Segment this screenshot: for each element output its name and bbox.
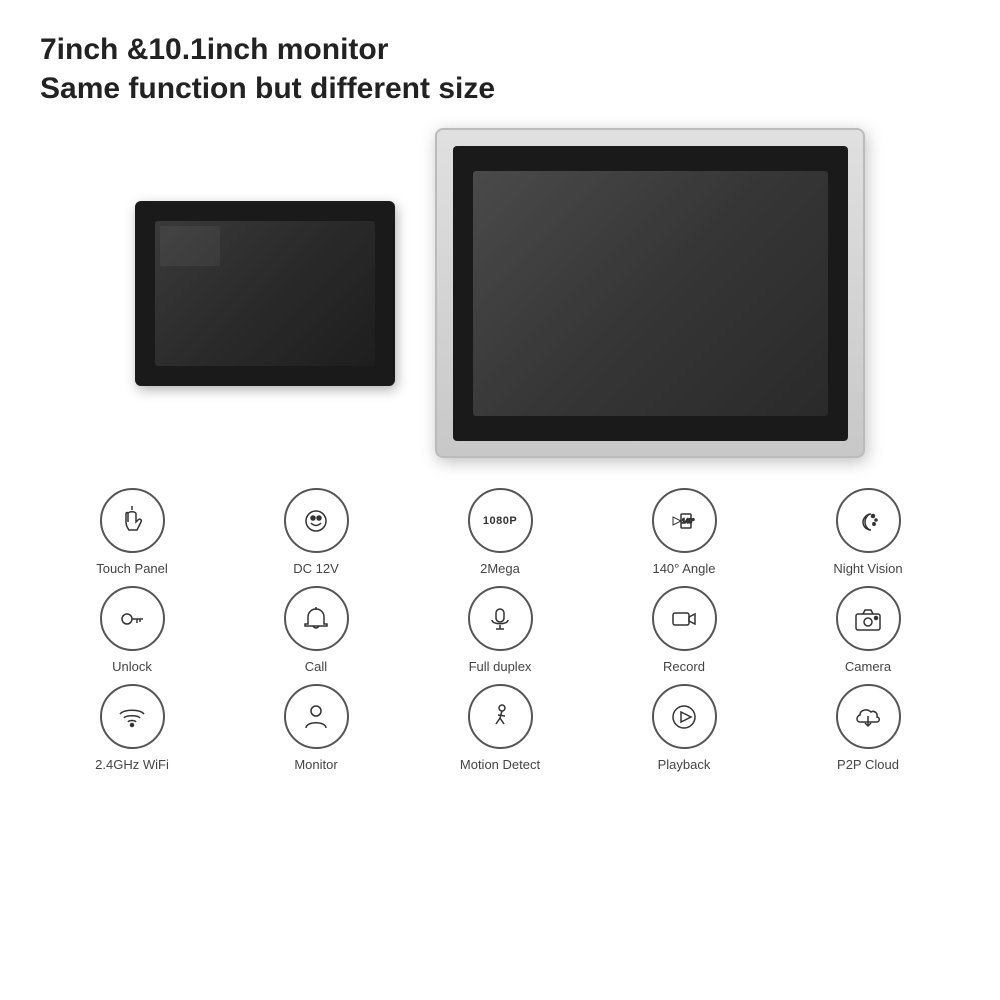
call-icon-circle <box>284 586 349 651</box>
touch-panel-icon-circle <box>100 488 165 553</box>
feature-motion-detect: Motion Detect <box>435 684 565 772</box>
angle-label: 140° Angle <box>652 561 715 576</box>
unlock-icon-circle <box>100 586 165 651</box>
p2p-cloud-label: P2P Cloud <box>837 757 899 772</box>
angle-icon-circle: 140° <box>652 488 717 553</box>
dc12v-label: DC 12V <box>293 561 339 576</box>
bell-icon <box>299 602 333 636</box>
mic-icon <box>483 602 517 636</box>
touch-icon <box>115 504 149 538</box>
person-icon <box>299 700 333 734</box>
features-section: Touch Panel DC 12V 1080P 2Mega <box>40 488 960 772</box>
monitor-small <box>135 201 395 386</box>
feature-2mega: 1080P 2Mega <box>435 488 565 576</box>
1080p-text: 1080P <box>483 515 517 527</box>
feature-wifi: 2.4GHz WiFi <box>67 684 197 772</box>
monitor-small-screen <box>155 221 375 366</box>
night-vision-label: Night Vision <box>833 561 902 576</box>
wifi-icon-circle <box>100 684 165 749</box>
touch-panel-label: Touch Panel <box>96 561 168 576</box>
feature-playback: Playback <box>619 684 749 772</box>
motion-icon <box>483 700 517 734</box>
feature-p2p-cloud: P2P Cloud <box>803 684 933 772</box>
features-row-1: Touch Panel DC 12V 1080P 2Mega <box>40 488 960 576</box>
key-icon <box>115 602 149 636</box>
dc12v-icon-circle <box>284 488 349 553</box>
monitor-large-frame <box>453 146 848 441</box>
p2p-cloud-icon-circle <box>836 684 901 749</box>
play-icon <box>667 700 701 734</box>
unlock-label: Unlock <box>112 659 152 674</box>
cloud-icon <box>851 700 885 734</box>
playback-label: Playback <box>658 757 711 772</box>
svg-text:140°: 140° <box>682 519 695 525</box>
record-label: Record <box>663 659 705 674</box>
title-line1: 7inch &10.1inch monitor <box>40 30 960 69</box>
feature-full-duplex: Full duplex <box>435 586 565 674</box>
monitor-icon-circle <box>284 684 349 749</box>
page: 7inch &10.1inch monitor Same function bu… <box>0 0 1000 1000</box>
wifi-label: 2.4GHz WiFi <box>95 757 169 772</box>
record-icon-circle <box>652 586 717 651</box>
2mega-label: 2Mega <box>480 561 520 576</box>
feature-record: Record <box>619 586 749 674</box>
call-label: Call <box>305 659 327 674</box>
feature-touch-panel: Touch Panel <box>67 488 197 576</box>
monitor-large-screen <box>473 171 828 416</box>
video-icon <box>667 602 701 636</box>
feature-call: Call <box>251 586 381 674</box>
features-row-2: Unlock Call <box>40 586 960 674</box>
2mega-icon-circle: 1080P <box>468 488 533 553</box>
monitors-section <box>40 128 960 458</box>
power-icon <box>299 504 333 538</box>
camera-icon-circle <box>836 586 901 651</box>
feature-unlock: Unlock <box>67 586 197 674</box>
motion-detect-icon-circle <box>468 684 533 749</box>
camera-icon <box>851 602 885 636</box>
title-section: 7inch &10.1inch monitor Same function bu… <box>40 30 960 108</box>
feature-monitor: Monitor <box>251 684 381 772</box>
feature-night-vision: Night Vision <box>803 488 933 576</box>
full-duplex-label: Full duplex <box>469 659 532 674</box>
title-line2: Same function but different size <box>40 69 960 108</box>
feature-dc12v: DC 12V <box>251 488 381 576</box>
motion-detect-label: Motion Detect <box>460 757 540 772</box>
full-duplex-icon-circle <box>468 586 533 651</box>
monitor-label: Monitor <box>294 757 337 772</box>
wifi-icon <box>115 700 149 734</box>
angle-icon: 140° <box>667 504 701 538</box>
feature-camera: Camera <box>803 586 933 674</box>
camera-label: Camera <box>845 659 891 674</box>
playback-icon-circle <box>652 684 717 749</box>
night-vision-icon-circle <box>836 488 901 553</box>
moon-icon <box>851 504 885 538</box>
features-row-3: 2.4GHz WiFi Monitor <box>40 684 960 772</box>
monitor-large <box>435 128 865 458</box>
feature-angle: 140° 140° Angle <box>619 488 749 576</box>
